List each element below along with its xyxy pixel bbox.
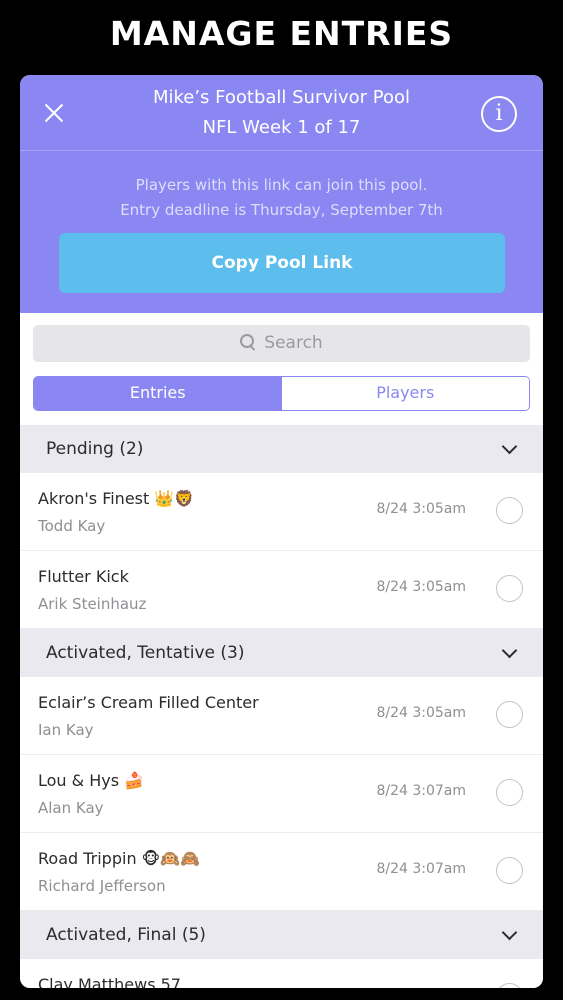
radio-unchecked-icon[interactable]: [496, 779, 523, 806]
join-info-line: Players with this link can join this poo…: [135, 176, 428, 194]
search-input[interactable]: Search: [33, 325, 530, 362]
tab-entries[interactable]: Entries: [34, 377, 282, 410]
entry-timestamp: 8/24 3:05am: [376, 579, 466, 595]
info-icon[interactable]: i: [481, 96, 517, 132]
copy-pool-link-button[interactable]: Copy Pool Link: [59, 233, 505, 293]
entry-name: Akron's Finest 👑🦁: [38, 489, 195, 508]
tab-players[interactable]: Players: [281, 377, 529, 410]
player-name: Arik Steinhauz: [38, 595, 147, 613]
chevron-down-icon[interactable]: [501, 924, 518, 941]
entry-timestamp: 8/24 3:05am: [376, 705, 466, 721]
player-name: Ian Kay: [38, 721, 94, 739]
chevron-down-icon[interactable]: [501, 438, 518, 455]
search-placeholder: Search: [264, 333, 323, 353]
entry-row[interactable]: Lou & Hys 🍰 Alan Kay 8/24 3:07am: [20, 755, 543, 833]
week-label: NFL Week 1 of 17: [202, 117, 361, 138]
pool-header: Mike’s Football Survivor Pool NFL Week 1…: [20, 75, 543, 313]
close-icon[interactable]: [42, 101, 66, 125]
section-title: Pending (2): [46, 439, 144, 459]
entry-name: Lou & Hys 🍰: [38, 771, 145, 790]
player-name: Richard Jefferson: [38, 877, 166, 895]
entries-list: Pending (2) Akron's Finest 👑🦁 Todd Kay 8/24…: [20, 425, 543, 988]
entry-row[interactable]: Clay Matthews 57: [20, 959, 543, 988]
deadline-line: Entry deadline is Thursday, September 7t…: [120, 201, 443, 219]
section-header[interactable]: Pending (2): [20, 425, 543, 473]
radio-unchecked-icon[interactable]: [496, 857, 523, 884]
chevron-down-icon[interactable]: [501, 642, 518, 659]
section-header[interactable]: Activated, Tentative (3): [20, 629, 543, 677]
section-header[interactable]: Activated, Final (5): [20, 911, 543, 959]
join-info-text: Players with this link can join this poo…: [20, 173, 543, 223]
entry-name: Flutter Kick: [38, 567, 129, 586]
entry-timestamp: 8/24 3:07am: [376, 783, 466, 799]
entry-timestamp: 8/24 3:07am: [376, 861, 466, 877]
radio-unchecked-icon[interactable]: [496, 575, 523, 602]
section-title: Activated, Tentative (3): [46, 643, 245, 663]
section-title: Activated, Final (5): [46, 925, 206, 945]
search-icon: [240, 334, 256, 350]
radio-unchecked-icon[interactable]: [496, 497, 523, 524]
entry-row[interactable]: Eclair’s Cream Filled Center Ian Kay 8/24 …: [20, 677, 543, 755]
view-segmented-control: Entries Players: [33, 376, 530, 411]
pool-name: Mike’s Football Survivor Pool: [152, 87, 411, 108]
pool-card: Mike’s Football Survivor Pool NFL Week 1…: [20, 75, 543, 988]
radio-unchecked-icon[interactable]: [496, 701, 523, 728]
entry-timestamp: 8/24 3:05am: [376, 501, 466, 517]
player-name: Todd Kay: [38, 517, 106, 535]
entry-row[interactable]: Akron's Finest 👑🦁 Todd Kay 8/24 3:05am: [20, 473, 543, 551]
player-name: Alan Kay: [38, 799, 104, 817]
entry-row[interactable]: Flutter Kick Arik Steinhauz 8/24 3:05am: [20, 551, 543, 629]
entry-name: Eclair’s Cream Filled Center: [38, 693, 259, 712]
entry-name: Road Trippin 🐵🙉🙈: [38, 849, 201, 868]
radio-unchecked-icon[interactable]: [496, 983, 523, 988]
header-divider: [20, 150, 543, 151]
entry-row[interactable]: Road Trippin 🐵🙉🙈 Richard Jefferson 8/24 3:…: [20, 833, 543, 911]
page-title: MANAGE ENTRIES: [109, 14, 454, 53]
entry-name: Clay Matthews 57: [38, 975, 181, 988]
